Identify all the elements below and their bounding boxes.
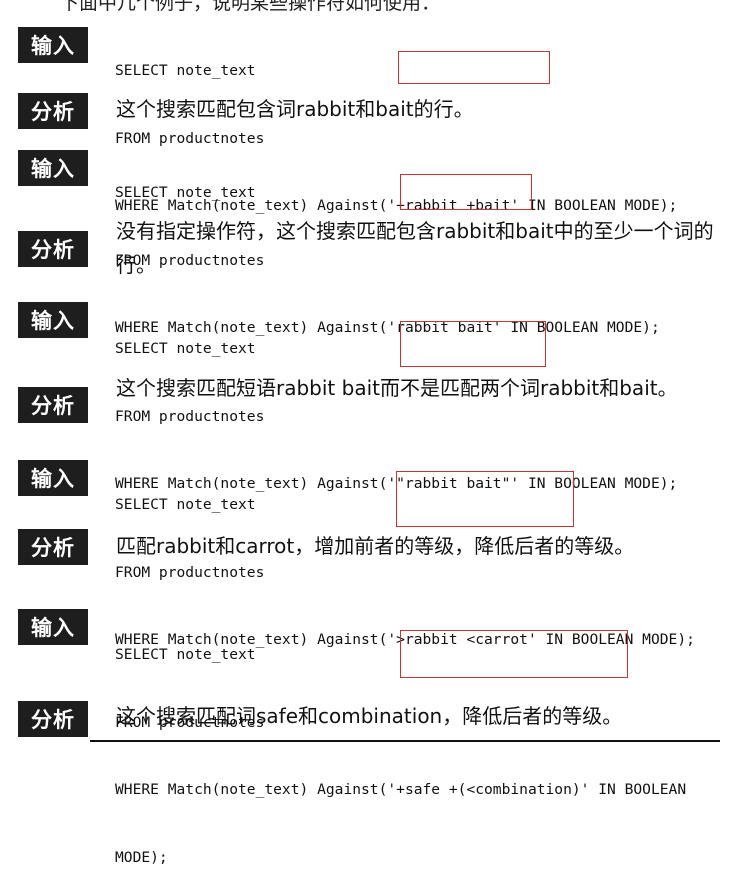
code-line: SELECT note_text [115,340,256,357]
highlight-box-3 [400,321,546,367]
analysis-text-4: 匹配rabbit和carrot，增加前者的等级，降低后者的等级。 [116,534,635,558]
highlight-box-4 [396,471,574,527]
analysis-badge-2: 分析 [18,231,88,267]
highlight-box-1 [398,51,550,84]
analysis-text-1: 这个搜索匹配包含词rabbit和bait的行。 [116,97,474,121]
code-line: SELECT note_text [115,184,256,201]
analysis-badge-1: 分析 [18,93,88,129]
code-line: SELECT note_text [115,62,256,79]
input-badge-2: 输入 [18,150,88,186]
analysis-text-3: 这个搜索匹配短语rabbit bait而不是匹配两个词rabbit和bait。 [116,376,678,400]
code-line: WHERE Match(note_text) Against('+safe +(… [115,781,687,798]
analysis-text-2: 没有指定操作符，这个搜索匹配包含rabbit和bait中的至少一个词的行。 [116,219,714,277]
input-badge-1: 输入 [18,27,88,63]
code-line: MODE); [115,848,168,866]
highlight-box-5 [400,630,628,678]
code-line: FROM productnotes [115,407,265,425]
input-badge-3: 输入 [18,302,88,338]
bottom-rule [90,740,720,742]
analysis-badge-3: 分析 [18,387,88,423]
header-fragment: 下面中几个例子，说明某些操作符如何使用： [60,0,441,14]
analysis-badge-4: 分析 [18,529,88,565]
highlight-box-2 [400,174,532,210]
code-line: FROM productnotes [115,563,265,581]
input-badge-5: 输入 [18,609,88,645]
analysis-text-5: 这个搜索匹配词safe和combination，降低后者的等级。 [116,704,623,728]
input-badge-4: 输入 [18,460,88,496]
analysis-badge-5: 分析 [18,701,88,737]
